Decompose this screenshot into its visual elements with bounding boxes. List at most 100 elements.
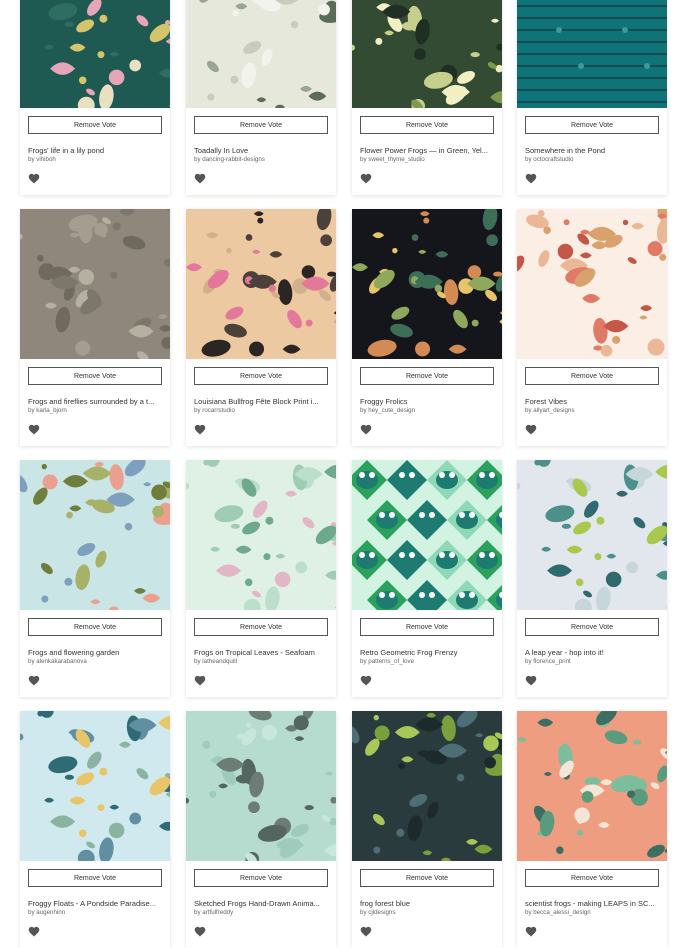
design-title[interactable]: Louisiana Bullfrog Fête Block Print i... <box>194 397 328 406</box>
remove-vote-button[interactable]: Remove Vote <box>194 869 328 887</box>
remove-vote-button[interactable]: Remove Vote <box>194 367 328 385</box>
design-card[interactable]: Remove Vote Frogs' life in a lily pond b… <box>20 0 170 195</box>
remove-vote-button[interactable]: Remove Vote <box>360 869 494 887</box>
design-card[interactable]: Remove Vote Forest Vibes by allyart_desi… <box>517 209 667 446</box>
design-thumbnail[interactable] <box>352 209 502 359</box>
remove-vote-button[interactable]: Remove Vote <box>525 618 659 636</box>
design-title[interactable]: Frogs and fireflies surrounded by a t... <box>28 397 162 406</box>
heart-icon[interactable] <box>525 173 537 185</box>
heart-icon[interactable] <box>360 424 372 436</box>
designer-byline[interactable]: by becca_alessi_design <box>525 909 659 916</box>
heart-icon[interactable] <box>525 675 537 687</box>
designer-byline[interactable]: by patterns_of_love <box>360 658 494 665</box>
pattern-image <box>186 460 336 610</box>
remove-vote-button[interactable]: Remove Vote <box>194 618 328 636</box>
remove-vote-button[interactable]: Remove Vote <box>28 618 162 636</box>
designer-byline[interactable]: by latheandquill <box>194 658 328 665</box>
design-card[interactable]: Remove Vote Somewhere in the Pond by oct… <box>517 0 667 195</box>
design-card[interactable]: Remove Vote Frogs on Tropical Leaves - S… <box>186 460 336 697</box>
remove-vote-button[interactable]: Remove Vote <box>525 116 659 134</box>
heart-icon[interactable] <box>360 926 372 938</box>
design-thumbnail[interactable] <box>20 460 170 610</box>
remove-vote-button[interactable]: Remove Vote <box>28 116 162 134</box>
design-thumbnail[interactable] <box>20 209 170 359</box>
remove-vote-button[interactable]: Remove Vote <box>360 116 494 134</box>
designer-byline[interactable]: by karla_bjorn <box>28 407 162 414</box>
design-card[interactable]: Remove Vote A leap year - hop into it! b… <box>517 460 667 697</box>
designer-byline[interactable]: by artfulfreddy <box>194 909 328 916</box>
design-thumbnail[interactable] <box>186 460 336 610</box>
designer-byline[interactable]: by vihiboh <box>28 156 162 163</box>
design-title[interactable]: Froggy Floats - A Pondside Paradise... <box>28 899 162 908</box>
design-thumbnail[interactable] <box>517 460 667 610</box>
designer-byline[interactable]: by alenkakarabanova <box>28 658 162 665</box>
design-title[interactable]: frog forest blue <box>360 899 494 908</box>
design-thumbnail[interactable] <box>517 711 667 861</box>
remove-vote-button[interactable]: Remove Vote <box>360 367 494 385</box>
design-thumbnail[interactable] <box>352 460 502 610</box>
design-title[interactable]: Frogs' life in a lily pond <box>28 146 162 155</box>
design-thumbnail[interactable] <box>186 711 336 861</box>
designer-byline[interactable]: by allyart_designs <box>525 407 659 414</box>
design-card[interactable]: Remove Vote Toadally In Love by dancing-… <box>186 0 336 195</box>
design-card[interactable]: Remove Vote Frogs and flowering garden b… <box>20 460 170 697</box>
design-thumbnail[interactable] <box>352 0 502 108</box>
heart-icon[interactable] <box>28 173 40 185</box>
heart-icon[interactable] <box>194 926 206 938</box>
design-title[interactable]: Frogs on Tropical Leaves - Seafoam <box>194 648 328 657</box>
design-title[interactable]: Flower Power Frogs — in Green, Yel... <box>360 146 494 155</box>
pattern-image <box>517 460 667 610</box>
design-title[interactable]: Frogs and flowering garden <box>28 648 162 657</box>
design-title[interactable]: Toadally In Love <box>194 146 328 155</box>
design-thumbnail[interactable] <box>517 209 667 359</box>
remove-vote-button[interactable]: Remove Vote <box>525 869 659 887</box>
design-card[interactable]: Remove Vote Froggy Frolics by hey_cute_d… <box>352 209 502 446</box>
design-title[interactable]: scientist frogs - making LEAPS in SC... <box>525 899 659 908</box>
heart-icon[interactable] <box>28 926 40 938</box>
design-card[interactable]: Remove Vote frog forest blue by cjldesig… <box>352 711 502 948</box>
design-card[interactable]: Remove Vote Sketched Frogs Hand-Drawn An… <box>186 711 336 948</box>
heart-icon[interactable] <box>360 675 372 687</box>
heart-icon[interactable] <box>194 173 206 185</box>
designer-byline[interactable]: by augenhinn <box>28 909 162 916</box>
design-card[interactable]: Remove Vote Frogs and fireflies surround… <box>20 209 170 446</box>
designer-byline[interactable]: by rocarrstudio <box>194 407 328 414</box>
designer-byline[interactable]: by cjldesigns <box>360 909 494 916</box>
design-card[interactable]: Remove Vote Louisiana Bullfrog Fête Bloc… <box>186 209 336 446</box>
heart-icon[interactable] <box>525 424 537 436</box>
designer-byline[interactable]: by hey_cute_design <box>360 407 494 414</box>
remove-vote-button[interactable]: Remove Vote <box>28 869 162 887</box>
design-thumbnail[interactable] <box>186 209 336 359</box>
design-title[interactable]: Retro Geometric Frog Frenzy <box>360 648 494 657</box>
heart-icon[interactable] <box>28 424 40 436</box>
design-thumbnail[interactable] <box>517 0 667 108</box>
design-card[interactable]: Remove Vote Flower Power Frogs — in Gree… <box>352 0 502 195</box>
designer-byline[interactable]: by octocraftstudio <box>525 156 659 163</box>
pattern-image <box>20 460 170 610</box>
designer-byline[interactable]: by florence_print <box>525 658 659 665</box>
design-thumbnail[interactable] <box>20 711 170 861</box>
design-title[interactable]: Froggy Frolics <box>360 397 494 406</box>
design-card[interactable]: Remove Vote Retro Geometric Frog Frenzy … <box>352 460 502 697</box>
design-title[interactable]: A leap year - hop into it! <box>525 648 659 657</box>
design-thumbnail[interactable] <box>186 0 336 108</box>
heart-icon[interactable] <box>194 675 206 687</box>
remove-vote-button[interactable]: Remove Vote <box>525 367 659 385</box>
remove-vote-button[interactable]: Remove Vote <box>360 618 494 636</box>
heart-icon[interactable] <box>28 675 40 687</box>
design-title[interactable]: Forest Vibes <box>525 397 659 406</box>
heart-icon[interactable] <box>194 424 206 436</box>
design-card[interactable]: Remove Vote Froggy Floats - A Pondside P… <box>20 711 170 948</box>
design-title[interactable]: Sketched Frogs Hand-Drawn Anima... <box>194 899 328 908</box>
remove-vote-button[interactable]: Remove Vote <box>194 116 328 134</box>
designer-byline[interactable]: by sweet_thyme_studio <box>360 156 494 163</box>
designer-byline[interactable]: by dancing-rabbit-designs <box>194 156 328 163</box>
design-title[interactable]: Somewhere in the Pond <box>525 146 659 155</box>
remove-vote-button[interactable]: Remove Vote <box>28 367 162 385</box>
design-thumbnail[interactable] <box>352 711 502 861</box>
heart-icon[interactable] <box>525 926 537 938</box>
heart-icon[interactable] <box>360 173 372 185</box>
pattern-image <box>352 711 502 861</box>
design-thumbnail[interactable] <box>20 0 170 108</box>
design-card[interactable]: Remove Vote scientist frogs - making LEA… <box>517 711 667 948</box>
